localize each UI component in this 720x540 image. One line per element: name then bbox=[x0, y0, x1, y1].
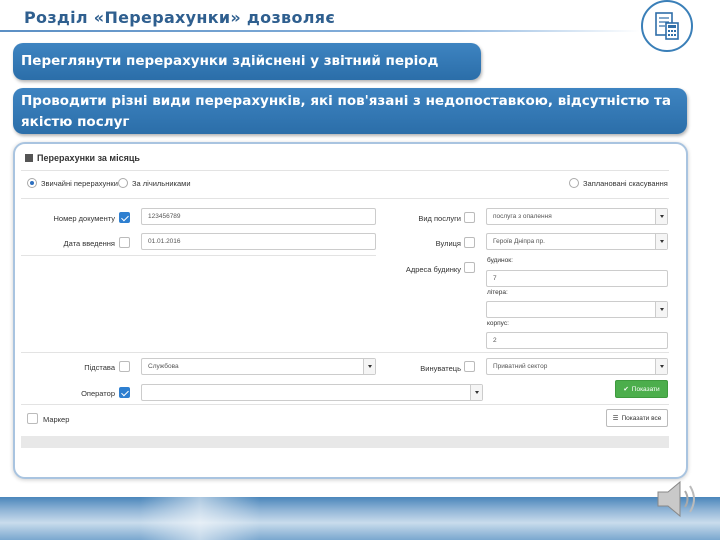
operator-checkbox[interactable] bbox=[119, 387, 130, 398]
divider bbox=[21, 404, 669, 405]
service-type-checkbox[interactable] bbox=[464, 212, 475, 223]
letter-select[interactable] bbox=[486, 301, 668, 318]
marker-checkbox[interactable] bbox=[27, 413, 38, 424]
radio-planned-cancel[interactable]: Заплановані скасування bbox=[569, 178, 668, 188]
calculator-icon bbox=[25, 154, 33, 162]
divider bbox=[21, 352, 669, 353]
chevron-down-icon bbox=[363, 359, 375, 374]
house-label: будинок: bbox=[487, 257, 513, 264]
building-label: корпус: bbox=[487, 320, 509, 327]
address-label: Адреса будинку bbox=[405, 265, 461, 274]
divider bbox=[21, 198, 669, 199]
chevron-down-icon bbox=[470, 385, 482, 400]
street-checkbox[interactable] bbox=[464, 237, 475, 248]
radio-regular-recalc[interactable]: Звичайні перерахунки bbox=[27, 178, 118, 188]
operator-label: Оператор bbox=[81, 389, 115, 398]
basis-checkbox[interactable] bbox=[119, 361, 130, 372]
show-button[interactable]: ✔ Показати bbox=[615, 380, 668, 398]
feature-banner-recalc: Проводити різні види перерахунків, які п… bbox=[13, 88, 687, 134]
address-checkbox[interactable] bbox=[464, 262, 475, 273]
radio-icon bbox=[569, 178, 579, 188]
divider bbox=[21, 255, 376, 256]
check-icon: ✔ bbox=[623, 386, 629, 393]
service-type-select[interactable]: послуга з опалення bbox=[486, 208, 668, 225]
street-select[interactable]: Героїв Дніпра пр. bbox=[486, 233, 668, 250]
building-input[interactable]: 2 bbox=[486, 332, 668, 349]
show-all-button[interactable]: ☰ Показати все bbox=[606, 409, 668, 427]
doc-number-label: Номер документу bbox=[53, 214, 116, 223]
operator-select[interactable] bbox=[141, 384, 483, 401]
decorative-footer bbox=[0, 497, 720, 540]
chevron-down-icon bbox=[655, 359, 667, 374]
feature-banner-view: Переглянути перерахунки здійснені у звіт… bbox=[13, 43, 481, 80]
basis-select[interactable]: Службова bbox=[141, 358, 376, 375]
date-checkbox[interactable] bbox=[119, 237, 130, 248]
slide-title: Розділ «Перерахунки» дозволяє bbox=[24, 8, 336, 27]
doc-number-checkbox[interactable] bbox=[119, 212, 130, 223]
marker-label: Маркер bbox=[43, 415, 70, 424]
chevron-down-icon bbox=[655, 234, 667, 249]
speaker-icon[interactable] bbox=[652, 476, 704, 522]
service-type-label: Вид послуги bbox=[418, 214, 461, 223]
doc-number-input[interactable]: 123456789 bbox=[141, 208, 376, 225]
chevron-down-icon bbox=[655, 302, 667, 317]
date-input[interactable]: 01.01.2016 bbox=[141, 233, 376, 250]
street-label: Вулиця bbox=[435, 239, 461, 248]
radio-selected-icon bbox=[27, 178, 37, 188]
radio-meter-recalc[interactable]: За лічильниками bbox=[118, 178, 191, 188]
culprit-checkbox[interactable] bbox=[464, 361, 475, 372]
document-calculator-icon bbox=[641, 0, 693, 52]
date-label: Дата введення bbox=[63, 239, 115, 248]
radio-icon bbox=[118, 178, 128, 188]
results-area bbox=[21, 436, 669, 448]
letter-label: літера: bbox=[487, 289, 508, 296]
recalc-form: Перерахунки за місяць Звичайні перерахун… bbox=[21, 148, 669, 448]
divider bbox=[21, 170, 669, 171]
form-title: Перерахунки за місяць bbox=[25, 153, 140, 163]
chevron-down-icon bbox=[655, 209, 667, 224]
title-divider bbox=[0, 30, 640, 32]
culprit-select[interactable]: Приватний сектор bbox=[486, 358, 668, 375]
culprit-label: Винуватець bbox=[420, 364, 461, 373]
house-input[interactable]: 7 bbox=[486, 270, 668, 287]
list-icon: ☰ bbox=[612, 415, 619, 422]
basis-label: Підстава bbox=[84, 363, 115, 372]
